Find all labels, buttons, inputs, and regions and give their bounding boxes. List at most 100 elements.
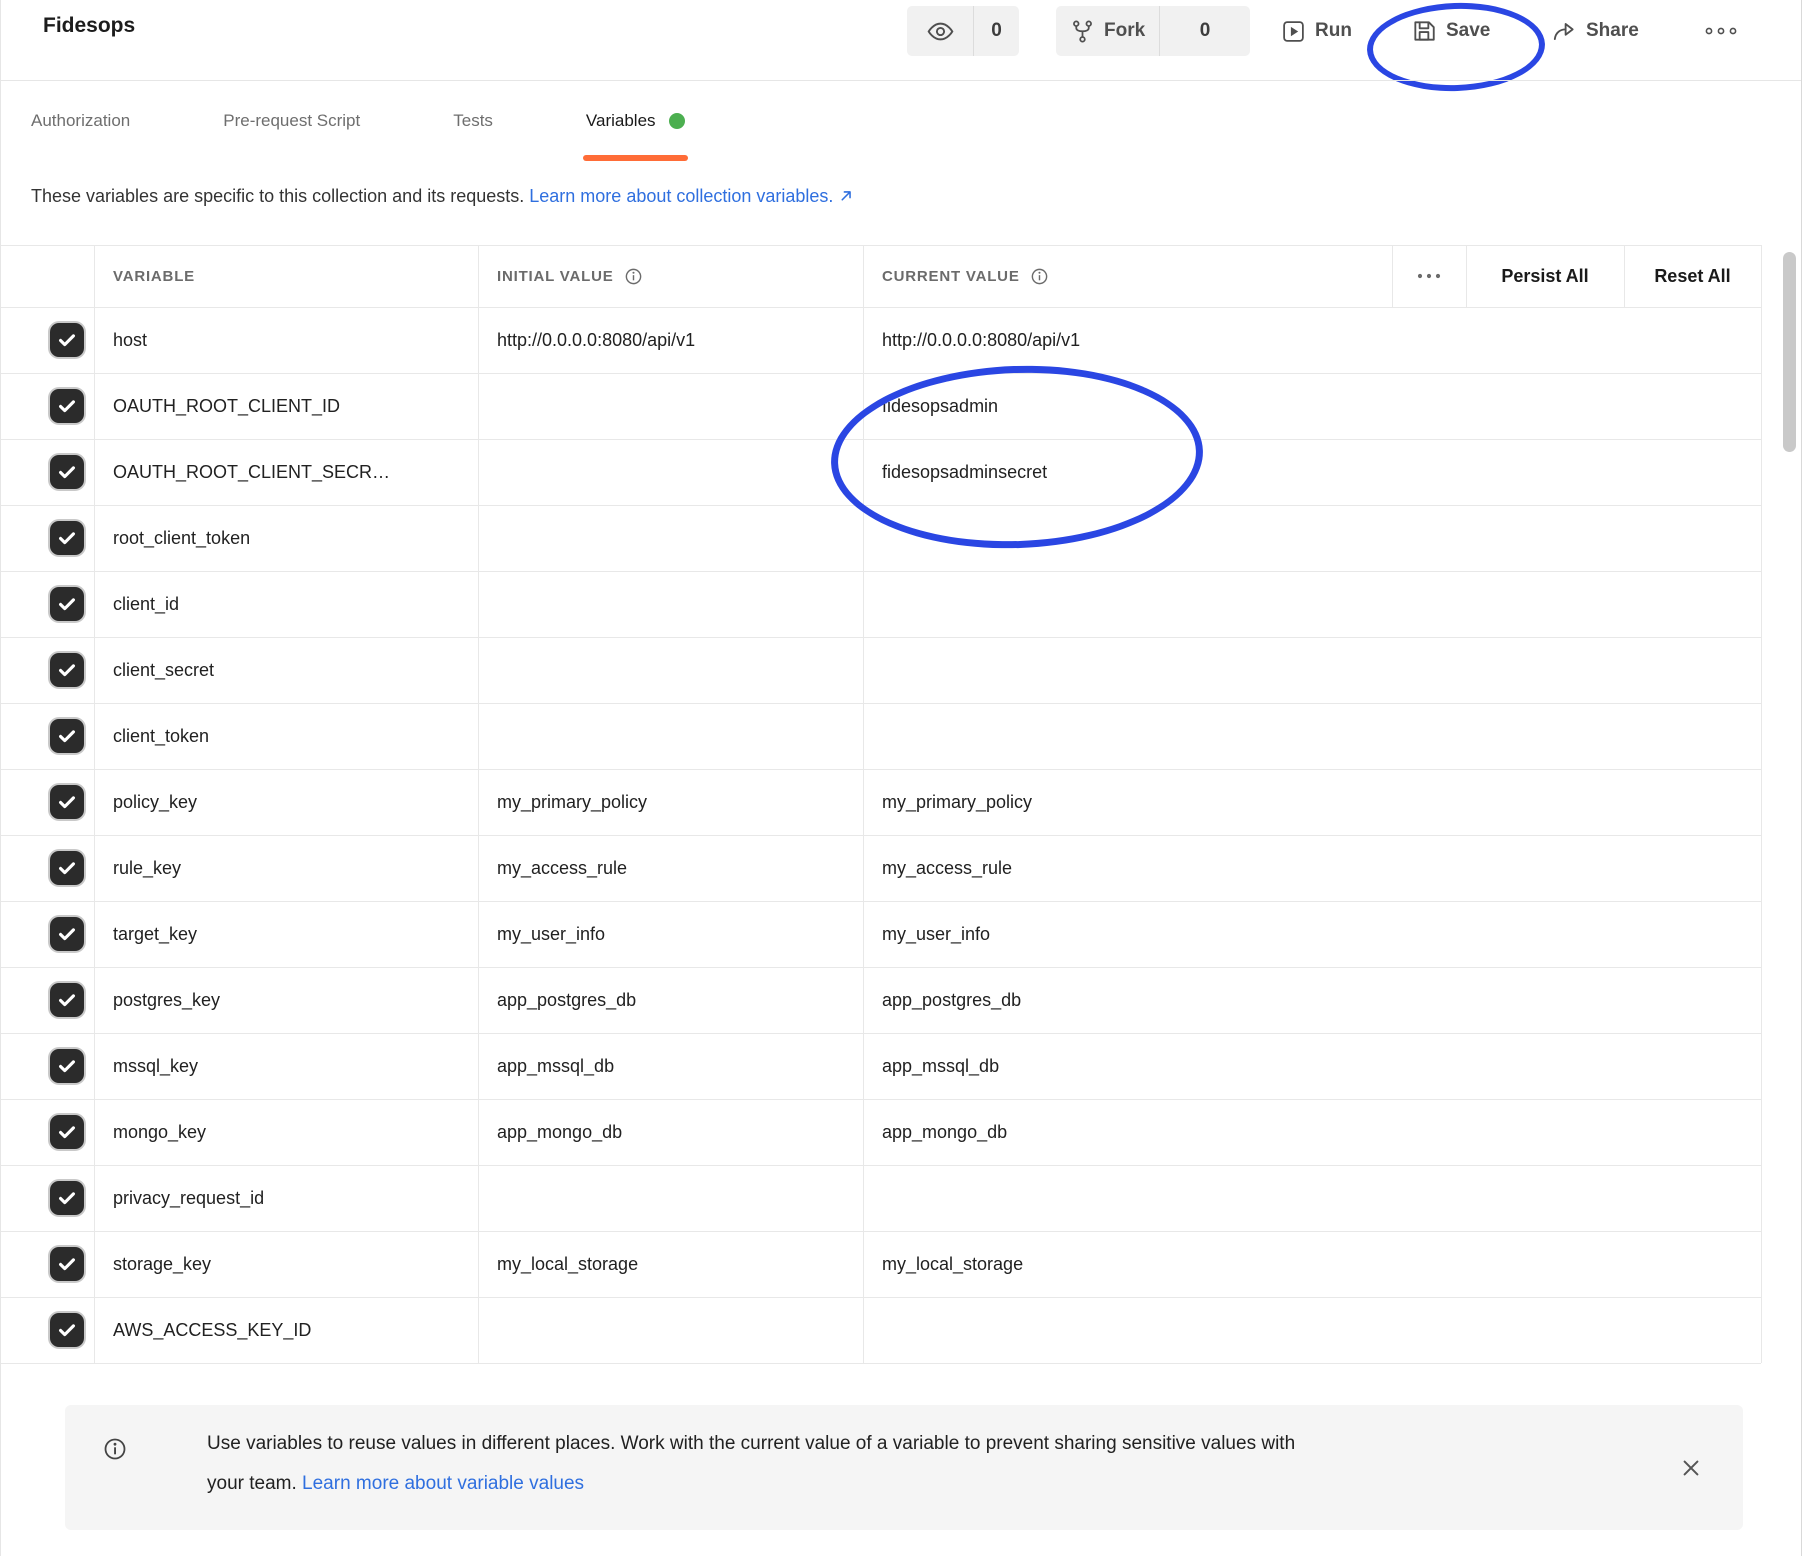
initial-value-cell[interactable] bbox=[497, 571, 847, 637]
variable-name-cell[interactable]: target_key bbox=[113, 901, 463, 967]
tab-label: Tests bbox=[453, 111, 493, 131]
row-checkbox-checked[interactable] bbox=[50, 1247, 84, 1281]
variable-name-cell[interactable]: privacy_request_id bbox=[113, 1165, 463, 1231]
row-checkbox-checked[interactable] bbox=[50, 983, 84, 1017]
initial-value-cell[interactable]: my_access_rule bbox=[497, 835, 847, 901]
initial-value-cell[interactable]: my_primary_policy bbox=[497, 769, 847, 835]
initial-value-cell[interactable] bbox=[497, 373, 847, 439]
current-value-cell[interactable]: http://0.0.0.0:8080/api/v1 bbox=[882, 307, 1402, 373]
description-text: These variables are specific to this col… bbox=[31, 186, 524, 206]
row-checkbox-checked[interactable] bbox=[50, 1115, 84, 1149]
watch-button[interactable] bbox=[907, 6, 973, 56]
initial-value-cell[interactable]: app_mongo_db bbox=[497, 1099, 847, 1165]
collection-title: Fidesops bbox=[43, 14, 135, 38]
current-value-cell[interactable] bbox=[882, 637, 1402, 703]
variable-name-cell[interactable]: client_id bbox=[113, 571, 463, 637]
tab-pre-request-script[interactable]: Pre-request Script bbox=[223, 80, 360, 162]
row-checkbox-checked[interactable] bbox=[50, 1313, 84, 1347]
variable-name-cell[interactable]: OAUTH_ROOT_CLIENT_SECR… bbox=[113, 439, 463, 505]
table-row: client_id bbox=[1, 571, 1761, 638]
current-value-cell[interactable]: my_local_storage bbox=[882, 1231, 1402, 1297]
row-checkbox-checked[interactable] bbox=[50, 455, 84, 489]
column-header-label: CURRENT VALUE bbox=[882, 268, 1020, 285]
variable-name-cell[interactable]: policy_key bbox=[113, 769, 463, 835]
row-checkbox-checked[interactable] bbox=[50, 587, 84, 621]
row-checkbox-checked[interactable] bbox=[50, 1181, 84, 1215]
variable-name-cell[interactable]: host bbox=[113, 307, 463, 373]
current-value-cell[interactable] bbox=[882, 1297, 1402, 1363]
current-value-cell[interactable]: my_user_info bbox=[882, 901, 1402, 967]
share-icon bbox=[1551, 18, 1577, 44]
variable-name-cell[interactable]: rule_key bbox=[113, 835, 463, 901]
initial-value-cell[interactable] bbox=[497, 703, 847, 769]
current-value-cell[interactable]: my_primary_policy bbox=[882, 769, 1402, 835]
column-header-label: VARIABLE bbox=[113, 268, 195, 285]
more-options-button[interactable] bbox=[1703, 6, 1739, 56]
vertical-scrollbar-thumb[interactable] bbox=[1783, 252, 1796, 452]
variable-name-cell[interactable]: root_client_token bbox=[113, 505, 463, 571]
initial-value-cell[interactable]: http://0.0.0.0:8080/api/v1 bbox=[497, 307, 847, 373]
fork-icon bbox=[1070, 19, 1095, 44]
current-value-cell[interactable]: app_mongo_db bbox=[882, 1099, 1402, 1165]
fork-button[interactable]: Fork bbox=[1056, 6, 1159, 56]
row-checkbox-checked[interactable] bbox=[50, 1049, 84, 1083]
row-checkbox-checked[interactable] bbox=[50, 653, 84, 687]
persist-all-button[interactable]: Persist All bbox=[1466, 245, 1624, 307]
table-row: client_secret bbox=[1, 637, 1761, 704]
share-button[interactable]: Share bbox=[1551, 6, 1639, 56]
column-header-initial-value: INITIAL VALUE bbox=[497, 245, 643, 307]
current-value-cell[interactable]: app_postgres_db bbox=[882, 967, 1402, 1033]
variable-name-cell[interactable]: mongo_key bbox=[113, 1099, 463, 1165]
variable-name-cell[interactable]: storage_key bbox=[113, 1231, 463, 1297]
tab-tests[interactable]: Tests bbox=[453, 80, 493, 162]
variable-name-cell[interactable]: postgres_key bbox=[113, 967, 463, 1033]
row-checkbox-checked[interactable] bbox=[50, 521, 84, 555]
more-options-icon bbox=[1415, 269, 1443, 283]
variable-name-cell[interactable]: mssql_key bbox=[113, 1033, 463, 1099]
row-checkbox-checked[interactable] bbox=[50, 785, 84, 819]
row-checkbox-checked[interactable] bbox=[50, 917, 84, 951]
external-link-icon bbox=[838, 187, 855, 204]
tab-variables[interactable]: Variables bbox=[586, 80, 685, 162]
variable-name-cell[interactable]: client_secret bbox=[113, 637, 463, 703]
initial-value-cell[interactable] bbox=[497, 439, 847, 505]
initial-value-cell[interactable] bbox=[497, 1165, 847, 1231]
initial-value-cell[interactable]: my_user_info bbox=[497, 901, 847, 967]
table-row: privacy_request_id bbox=[1, 1165, 1761, 1232]
reset-all-button[interactable]: Reset All bbox=[1624, 245, 1761, 307]
unsaved-changes-dot bbox=[669, 113, 685, 129]
tab-label: Pre-request Script bbox=[223, 111, 360, 131]
initial-value-cell[interactable]: my_local_storage bbox=[497, 1231, 847, 1297]
info-icon[interactable] bbox=[1030, 267, 1049, 286]
tab-label: Authorization bbox=[31, 111, 130, 131]
initial-value-cell[interactable] bbox=[497, 637, 847, 703]
current-value-cell[interactable] bbox=[882, 1165, 1402, 1231]
current-value-cell[interactable]: app_mssql_db bbox=[882, 1033, 1402, 1099]
row-checkbox-checked[interactable] bbox=[50, 851, 84, 885]
variable-name-cell[interactable]: client_token bbox=[113, 703, 463, 769]
run-icon bbox=[1281, 19, 1306, 44]
banner-close-button[interactable] bbox=[1680, 1457, 1702, 1479]
current-value-cell[interactable] bbox=[882, 703, 1402, 769]
info-icon[interactable] bbox=[624, 267, 643, 286]
initial-value-cell[interactable]: app_postgres_db bbox=[497, 967, 847, 1033]
variable-name-cell[interactable]: OAUTH_ROOT_CLIENT_ID bbox=[113, 373, 463, 439]
fork-count[interactable]: 0 bbox=[1160, 6, 1250, 56]
collection-variables-link[interactable]: Learn more about collection variables. bbox=[529, 186, 833, 206]
initial-value-cell[interactable] bbox=[497, 1297, 847, 1363]
run-button[interactable]: Run bbox=[1281, 6, 1352, 56]
variable-name-cell[interactable]: AWS_ACCESS_KEY_ID bbox=[113, 1297, 463, 1363]
row-checkbox-checked[interactable] bbox=[50, 323, 84, 357]
table-border bbox=[1761, 245, 1762, 1363]
column-options-button[interactable] bbox=[1392, 245, 1466, 307]
row-checkbox-checked[interactable] bbox=[50, 389, 84, 423]
initial-value-cell[interactable] bbox=[497, 505, 847, 571]
variable-values-link[interactable]: Learn more about variable values bbox=[302, 1473, 584, 1494]
current-value-cell[interactable]: my_access_rule bbox=[882, 835, 1402, 901]
current-value-cell[interactable] bbox=[882, 571, 1402, 637]
tab-authorization[interactable]: Authorization bbox=[31, 80, 130, 162]
watchers-count[interactable]: 0 bbox=[974, 6, 1019, 56]
initial-value-cell[interactable]: app_mssql_db bbox=[497, 1033, 847, 1099]
row-checkbox-checked[interactable] bbox=[50, 719, 84, 753]
info-icon bbox=[103, 1437, 127, 1461]
